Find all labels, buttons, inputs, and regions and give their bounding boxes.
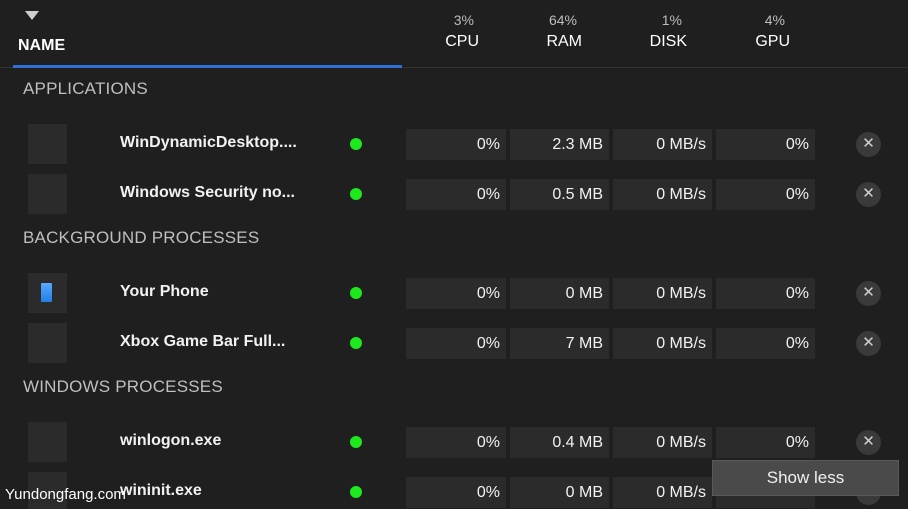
gpu-value: 0% [716, 328, 815, 359]
end-process-close-icon[interactable]: ✕ [856, 331, 881, 356]
process-name: wininit.exe [120, 482, 202, 499]
name-column-selected-indicator [13, 65, 402, 68]
process-row[interactable]: Your Phone 0% 0 MB 0 MB/s 0% ✕ [0, 273, 908, 313]
phone-icon [28, 273, 67, 313]
disk-column-label: DISK [649, 33, 687, 50]
disk-column-header[interactable]: 1% DISK [610, 12, 700, 51]
end-process-close-icon[interactable]: ✕ [856, 430, 881, 455]
ram-column-header[interactable]: 64% RAM [505, 12, 595, 51]
process-name: WinDynamicDesktop.... [120, 134, 297, 151]
blank-app-icon [28, 422, 67, 462]
process-name: Xbox Game Bar Full... [120, 333, 286, 350]
cpu-value: 0% [406, 328, 506, 359]
phone-glyph-icon [41, 283, 52, 302]
blank-app-icon [28, 174, 67, 214]
running-status-icon [350, 486, 362, 498]
cpu-value: 0% [406, 477, 506, 508]
gpu-column-label: GPU [755, 33, 790, 50]
blank-app-icon [28, 124, 67, 164]
end-process-close-icon[interactable]: ✕ [856, 182, 881, 207]
ram-total-percent: 64% [548, 12, 577, 28]
show-less-button[interactable]: Show less [712, 460, 899, 496]
gpu-value: 0% [716, 179, 815, 210]
cpu-value: 0% [406, 179, 506, 210]
ram-value: 7 MB [510, 328, 609, 359]
cpu-value: 0% [406, 427, 506, 458]
running-status-icon [350, 188, 362, 200]
running-status-icon [350, 436, 362, 448]
disk-value: 0 MB/s [613, 129, 712, 160]
running-status-icon [350, 337, 362, 349]
process-name: Your Phone [120, 283, 209, 300]
section-title-windows-processes: WINDOWS PROCESSES [23, 377, 223, 396]
cpu-value: 0% [406, 129, 506, 160]
disk-value: 0 MB/s [613, 427, 712, 458]
process-row[interactable]: WinDynamicDesktop.... 0% 2.3 MB 0 MB/s 0… [0, 124, 908, 164]
gpu-value: 0% [716, 427, 815, 458]
cpu-value: 0% [406, 278, 506, 309]
cpu-column-label: CPU [445, 33, 479, 50]
name-column-header[interactable]: NAME [18, 37, 65, 55]
ram-value: 2.3 MB [510, 129, 609, 160]
disk-value: 0 MB/s [613, 477, 712, 508]
gpu-column-header[interactable]: 4% GPU [713, 12, 803, 51]
disk-total-percent: 1% [661, 12, 682, 28]
cpu-column-header[interactable]: 3% CPU [402, 12, 492, 51]
ram-value: 0 MB [510, 477, 609, 508]
ram-value: 0.4 MB [510, 427, 609, 458]
process-row[interactable]: Xbox Game Bar Full... 0% 7 MB 0 MB/s 0% … [0, 323, 908, 363]
section-title-background-processes: BACKGROUND PROCESSES [23, 228, 260, 247]
sort-descending-icon[interactable] [25, 11, 39, 20]
ram-column-label: RAM [546, 33, 582, 50]
process-row[interactable]: Windows Security no... 0% 0.5 MB 0 MB/s … [0, 174, 908, 214]
watermark-text: Yundongfang.com [5, 486, 126, 503]
gpu-value: 0% [716, 129, 815, 160]
disk-value: 0 MB/s [613, 179, 712, 210]
end-process-close-icon[interactable]: ✕ [856, 132, 881, 157]
disk-value: 0 MB/s [613, 328, 712, 359]
gpu-value: 0% [716, 278, 815, 309]
process-name: winlogon.exe [120, 432, 222, 449]
gpu-total-percent: 4% [764, 12, 785, 28]
column-header: NAME 3% CPU 64% RAM 1% DISK 4% GPU [0, 0, 908, 68]
disk-value: 0 MB/s [613, 278, 712, 309]
blank-app-icon [28, 323, 67, 363]
running-status-icon [350, 287, 362, 299]
cpu-total-percent: 3% [453, 12, 474, 28]
running-status-icon [350, 138, 362, 150]
end-process-close-icon[interactable]: ✕ [856, 281, 881, 306]
section-title-applications: APPLICATIONS [23, 79, 148, 98]
process-name: Windows Security no... [120, 184, 295, 201]
ram-value: 0 MB [510, 278, 609, 309]
ram-value: 0.5 MB [510, 179, 609, 210]
process-row[interactable]: winlogon.exe 0% 0.4 MB 0 MB/s 0% ✕ [0, 422, 908, 462]
